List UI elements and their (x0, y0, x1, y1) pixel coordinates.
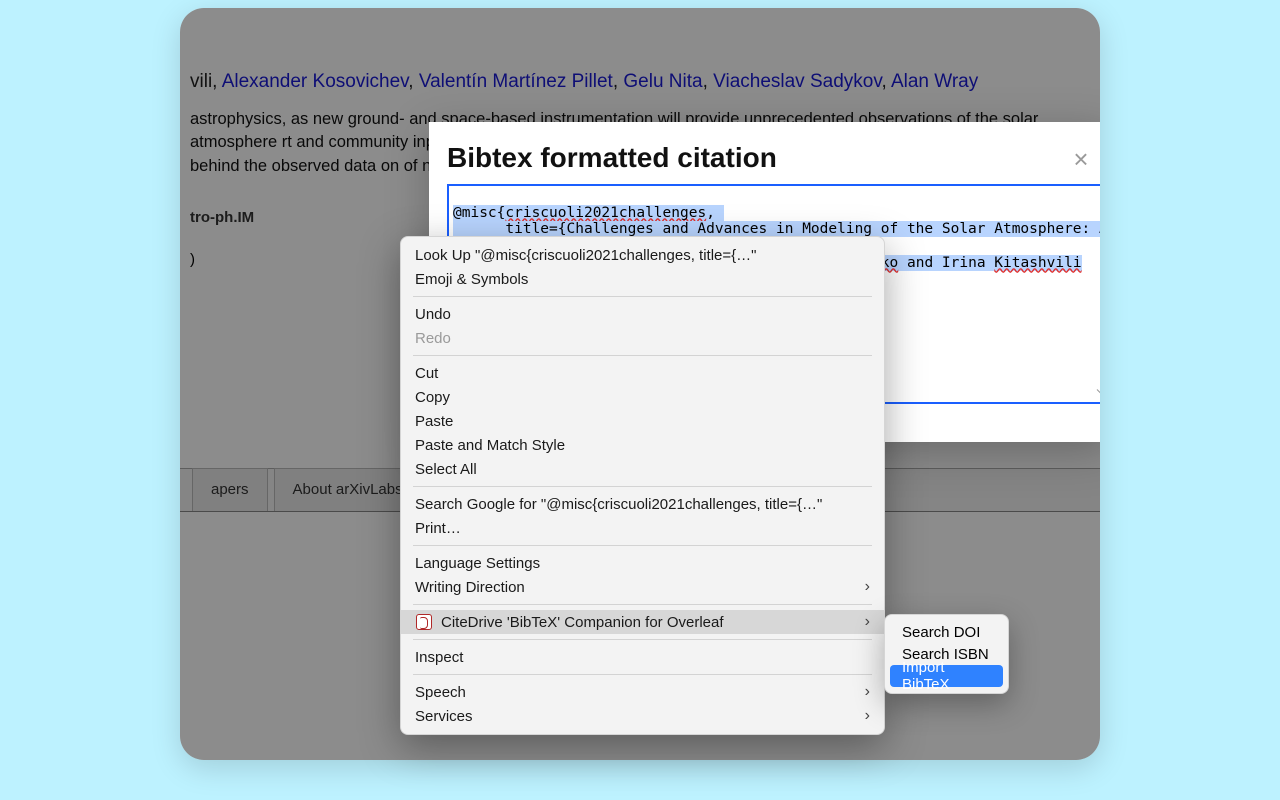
menu-label: Select All (415, 461, 477, 478)
menu-cut[interactable]: Cut (401, 361, 884, 385)
menu-label: Look Up "@misc{criscuoli2021challenges, … (415, 247, 756, 264)
submenu-import-bibtex[interactable]: Import BibTeX (890, 665, 1003, 687)
menu-separator (413, 674, 872, 675)
citedrive-icon (415, 613, 433, 631)
menu-separator (413, 355, 872, 356)
menu-label: Services (415, 708, 473, 725)
menu-lookup[interactable]: Look Up "@misc{criscuoli2021challenges, … (401, 243, 884, 267)
menu-inspect[interactable]: Inspect (401, 645, 884, 669)
menu-redo: Redo (401, 326, 884, 350)
menu-speech[interactable]: Speech › (401, 680, 884, 704)
close-icon[interactable]: × (1069, 148, 1093, 172)
menu-undo[interactable]: Undo (401, 302, 884, 326)
modal-title: Bibtex formatted citation (447, 142, 1093, 174)
chevron-right-icon: › (865, 707, 870, 725)
citedrive-submenu: Search DOI Search ISBN Import BibTeX (884, 614, 1009, 694)
textarea-resize-handle[interactable] (1089, 386, 1100, 400)
menu-label: Paste (415, 413, 453, 430)
menu-paste[interactable]: Paste (401, 409, 884, 433)
menu-copy[interactable]: Copy (401, 385, 884, 409)
menu-label: Speech (415, 684, 466, 701)
chevron-right-icon: › (865, 578, 870, 596)
menu-label: CiteDrive 'BibTeX' Companion for Overlea… (441, 614, 724, 631)
menu-label: Copy (415, 389, 450, 406)
menu-label: Search Google for "@misc{criscuoli2021ch… (415, 496, 822, 513)
chevron-right-icon: › (865, 613, 870, 631)
menu-label: Language Settings (415, 555, 540, 572)
context-menu: Look Up "@misc{criscuoli2021challenges, … (400, 236, 885, 735)
menu-label: Undo (415, 306, 451, 323)
menu-label: Print… (415, 520, 461, 537)
menu-label: Writing Direction (415, 579, 525, 596)
menu-services[interactable]: Services › (401, 704, 884, 728)
menu-paste-match-style[interactable]: Paste and Match Style (401, 433, 884, 457)
menu-language-settings[interactable]: Language Settings (401, 551, 884, 575)
menu-separator (413, 545, 872, 546)
submenu-search-doi[interactable]: Search DOI (890, 621, 1003, 643)
menu-citedrive-extension[interactable]: CiteDrive 'BibTeX' Companion for Overlea… (401, 610, 884, 634)
menu-separator (413, 639, 872, 640)
menu-separator (413, 296, 872, 297)
menu-separator (413, 486, 872, 487)
menu-label: Redo (415, 330, 451, 347)
menu-search-google[interactable]: Search Google for "@misc{criscuoli2021ch… (401, 492, 884, 516)
menu-label: Emoji & Symbols (415, 271, 528, 288)
menu-label: Inspect (415, 649, 463, 666)
menu-separator (413, 604, 872, 605)
menu-label: Paste and Match Style (415, 437, 565, 454)
chevron-right-icon: › (865, 683, 870, 701)
menu-emoji-symbols[interactable]: Emoji & Symbols (401, 267, 884, 291)
menu-writing-direction[interactable]: Writing Direction › (401, 575, 884, 599)
menu-select-all[interactable]: Select All (401, 457, 884, 481)
menu-label: Cut (415, 365, 438, 382)
menu-print[interactable]: Print… (401, 516, 884, 540)
